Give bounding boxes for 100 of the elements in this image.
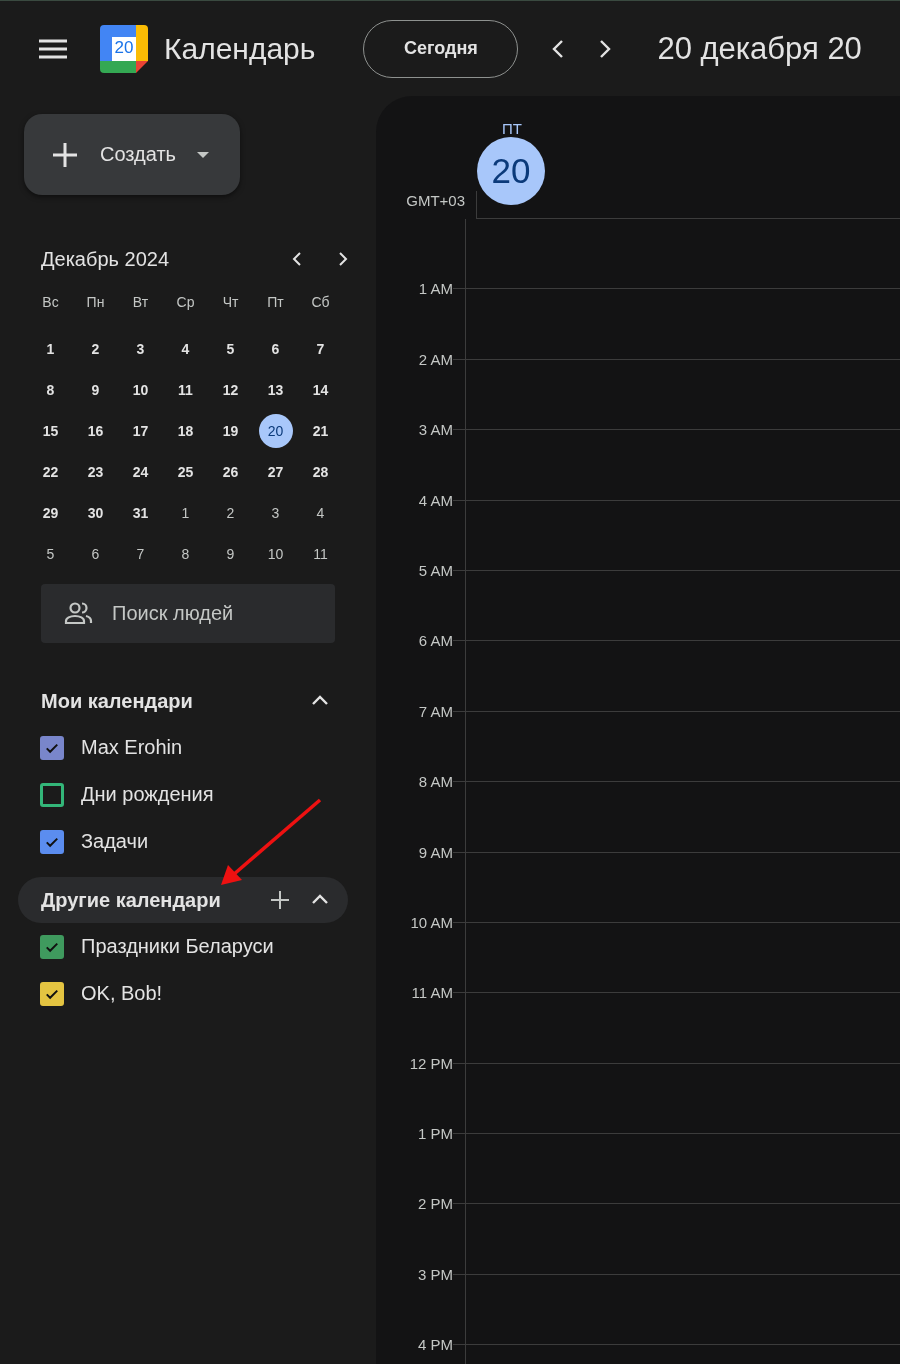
- day-cell[interactable]: 23: [78, 454, 113, 489]
- day-cell[interactable]: 8: [33, 372, 68, 407]
- day-cell[interactable]: 16: [78, 413, 113, 448]
- date-title: 20 декабря 20: [657, 30, 862, 67]
- weekday-label: Чт: [222, 293, 239, 312]
- day-cell[interactable]: 24: [123, 454, 158, 489]
- hour-label: 5 AM: [417, 561, 453, 580]
- day-cell[interactable]: 10: [258, 536, 293, 571]
- calendar-checkbox[interactable]: [40, 934, 64, 959]
- time-slot[interactable]: [453, 922, 900, 994]
- create-button[interactable]: Создать: [24, 114, 240, 195]
- hour-label: 2 PM: [417, 1195, 453, 1214]
- weekday-label: Вс: [42, 293, 59, 312]
- month-title: Декабрь 2024: [41, 247, 171, 271]
- day-cell[interactable]: 28: [303, 454, 338, 489]
- hour-label: 2 AM: [417, 350, 453, 369]
- day-cell[interactable]: 18: [168, 413, 203, 448]
- day-cell[interactable]: 5: [33, 536, 68, 571]
- hour-label: 1 AM: [417, 280, 453, 299]
- day-cell[interactable]: 8: [168, 536, 203, 571]
- app-title: Календарь: [164, 31, 316, 66]
- hour-label: 3 AM: [417, 421, 453, 440]
- time-slot[interactable]: [453, 359, 900, 431]
- time-slot[interactable]: [453, 289, 900, 360]
- hour-label: 4 AM: [417, 491, 453, 510]
- hour-label: 7 AM: [417, 702, 453, 721]
- time-slot[interactable]: [453, 430, 900, 501]
- caret-icon: [196, 150, 210, 159]
- people-search-field[interactable]: Поиск людей: [41, 584, 335, 643]
- calendar-name: Праздники Беларуси: [81, 935, 274, 958]
- hour-label: 12 PM: [408, 1054, 453, 1073]
- day-cell[interactable]: 26: [213, 454, 248, 489]
- add-icon[interactable]: [268, 888, 292, 912]
- time-slot[interactable]: [453, 1134, 900, 1205]
- weekday-label: Ср: [176, 293, 195, 312]
- day-cell[interactable]: 6: [78, 536, 113, 571]
- calendar-name: OK, Bob!: [81, 982, 163, 1005]
- time-slot[interactable]: [453, 782, 900, 853]
- calendar-checkbox[interactable]: [40, 829, 64, 854]
- calendar-checkbox[interactable]: [40, 735, 64, 760]
- day-cell[interactable]: 15: [33, 413, 68, 448]
- day-cell[interactable]: 30: [78, 495, 113, 530]
- weekday-label: Сб: [311, 293, 330, 312]
- day-cell[interactable]: 19: [213, 413, 248, 448]
- day-cell[interactable]: 11: [168, 372, 203, 407]
- day-cell[interactable]: 14: [303, 372, 338, 407]
- time-slot[interactable]: [453, 219, 900, 290]
- day-number[interactable]: 20: [477, 137, 545, 205]
- section-title: Мои календари: [41, 689, 194, 713]
- day-cell[interactable]: 5: [213, 331, 248, 366]
- weekday-label: Вт: [132, 293, 149, 312]
- day-cell[interactable]: 25: [168, 454, 203, 489]
- day-cell[interactable]: 2: [78, 331, 113, 366]
- hour-label: 9 AM: [417, 843, 453, 862]
- time-slot[interactable]: [453, 852, 900, 923]
- day-cell[interactable]: 13: [258, 372, 293, 407]
- day-cell[interactable]: 20: [258, 413, 293, 448]
- time-slot[interactable]: [453, 1204, 900, 1275]
- day-cell[interactable]: 7: [303, 331, 338, 366]
- calendar-checkbox[interactable]: [40, 981, 64, 1006]
- day-cell[interactable]: 2: [213, 495, 248, 530]
- day-cell[interactable]: 17: [123, 413, 158, 448]
- day-cell[interactable]: 1: [168, 495, 203, 530]
- time-slot[interactable]: [453, 1274, 900, 1346]
- time-slot[interactable]: [453, 1063, 900, 1135]
- logo-day: 20: [100, 37, 148, 58]
- menu-icon[interactable]: [38, 37, 68, 60]
- day-cell[interactable]: 9: [213, 536, 248, 571]
- hour-label: 8 AM: [417, 773, 453, 792]
- day-cell[interactable]: 11: [303, 536, 338, 571]
- day-cell[interactable]: 10: [123, 372, 158, 407]
- day-cell[interactable]: 27: [258, 454, 293, 489]
- time-slot[interactable]: [453, 711, 900, 783]
- hour-label: 10 AM: [409, 913, 453, 932]
- weekday-label: Пт: [267, 293, 284, 312]
- day-cell[interactable]: 4: [303, 495, 338, 530]
- time-slot[interactable]: [453, 500, 900, 571]
- hour-label: 3 PM: [417, 1265, 453, 1284]
- time-slot[interactable]: [453, 570, 900, 642]
- day-cell[interactable]: 6: [258, 331, 293, 366]
- section-title: Другие календари: [41, 888, 222, 912]
- day-cell[interactable]: 3: [258, 495, 293, 530]
- calendar-checkbox[interactable]: [40, 782, 64, 807]
- day-cell[interactable]: 29: [33, 495, 68, 530]
- day-cell[interactable]: 3: [123, 331, 158, 366]
- day-cell[interactable]: 12: [213, 372, 248, 407]
- time-slot[interactable]: [453, 641, 900, 712]
- day-cell[interactable]: 7: [123, 536, 158, 571]
- calendar-logo-icon: [100, 24, 148, 73]
- day-cell[interactable]: 9: [78, 372, 113, 407]
- day-cell[interactable]: 21: [303, 413, 338, 448]
- day-cell[interactable]: 31: [123, 495, 158, 530]
- day-cell[interactable]: 1: [33, 331, 68, 366]
- weekday-label: Пн: [86, 293, 105, 312]
- time-slot[interactable]: [453, 993, 900, 1064]
- hour-label: 1 PM: [417, 1125, 453, 1144]
- day-cell[interactable]: 4: [168, 331, 203, 366]
- hour-label: 4 PM: [417, 1336, 453, 1355]
- hour-label: 11 AM: [410, 984, 453, 1003]
- day-cell[interactable]: 22: [33, 454, 68, 489]
